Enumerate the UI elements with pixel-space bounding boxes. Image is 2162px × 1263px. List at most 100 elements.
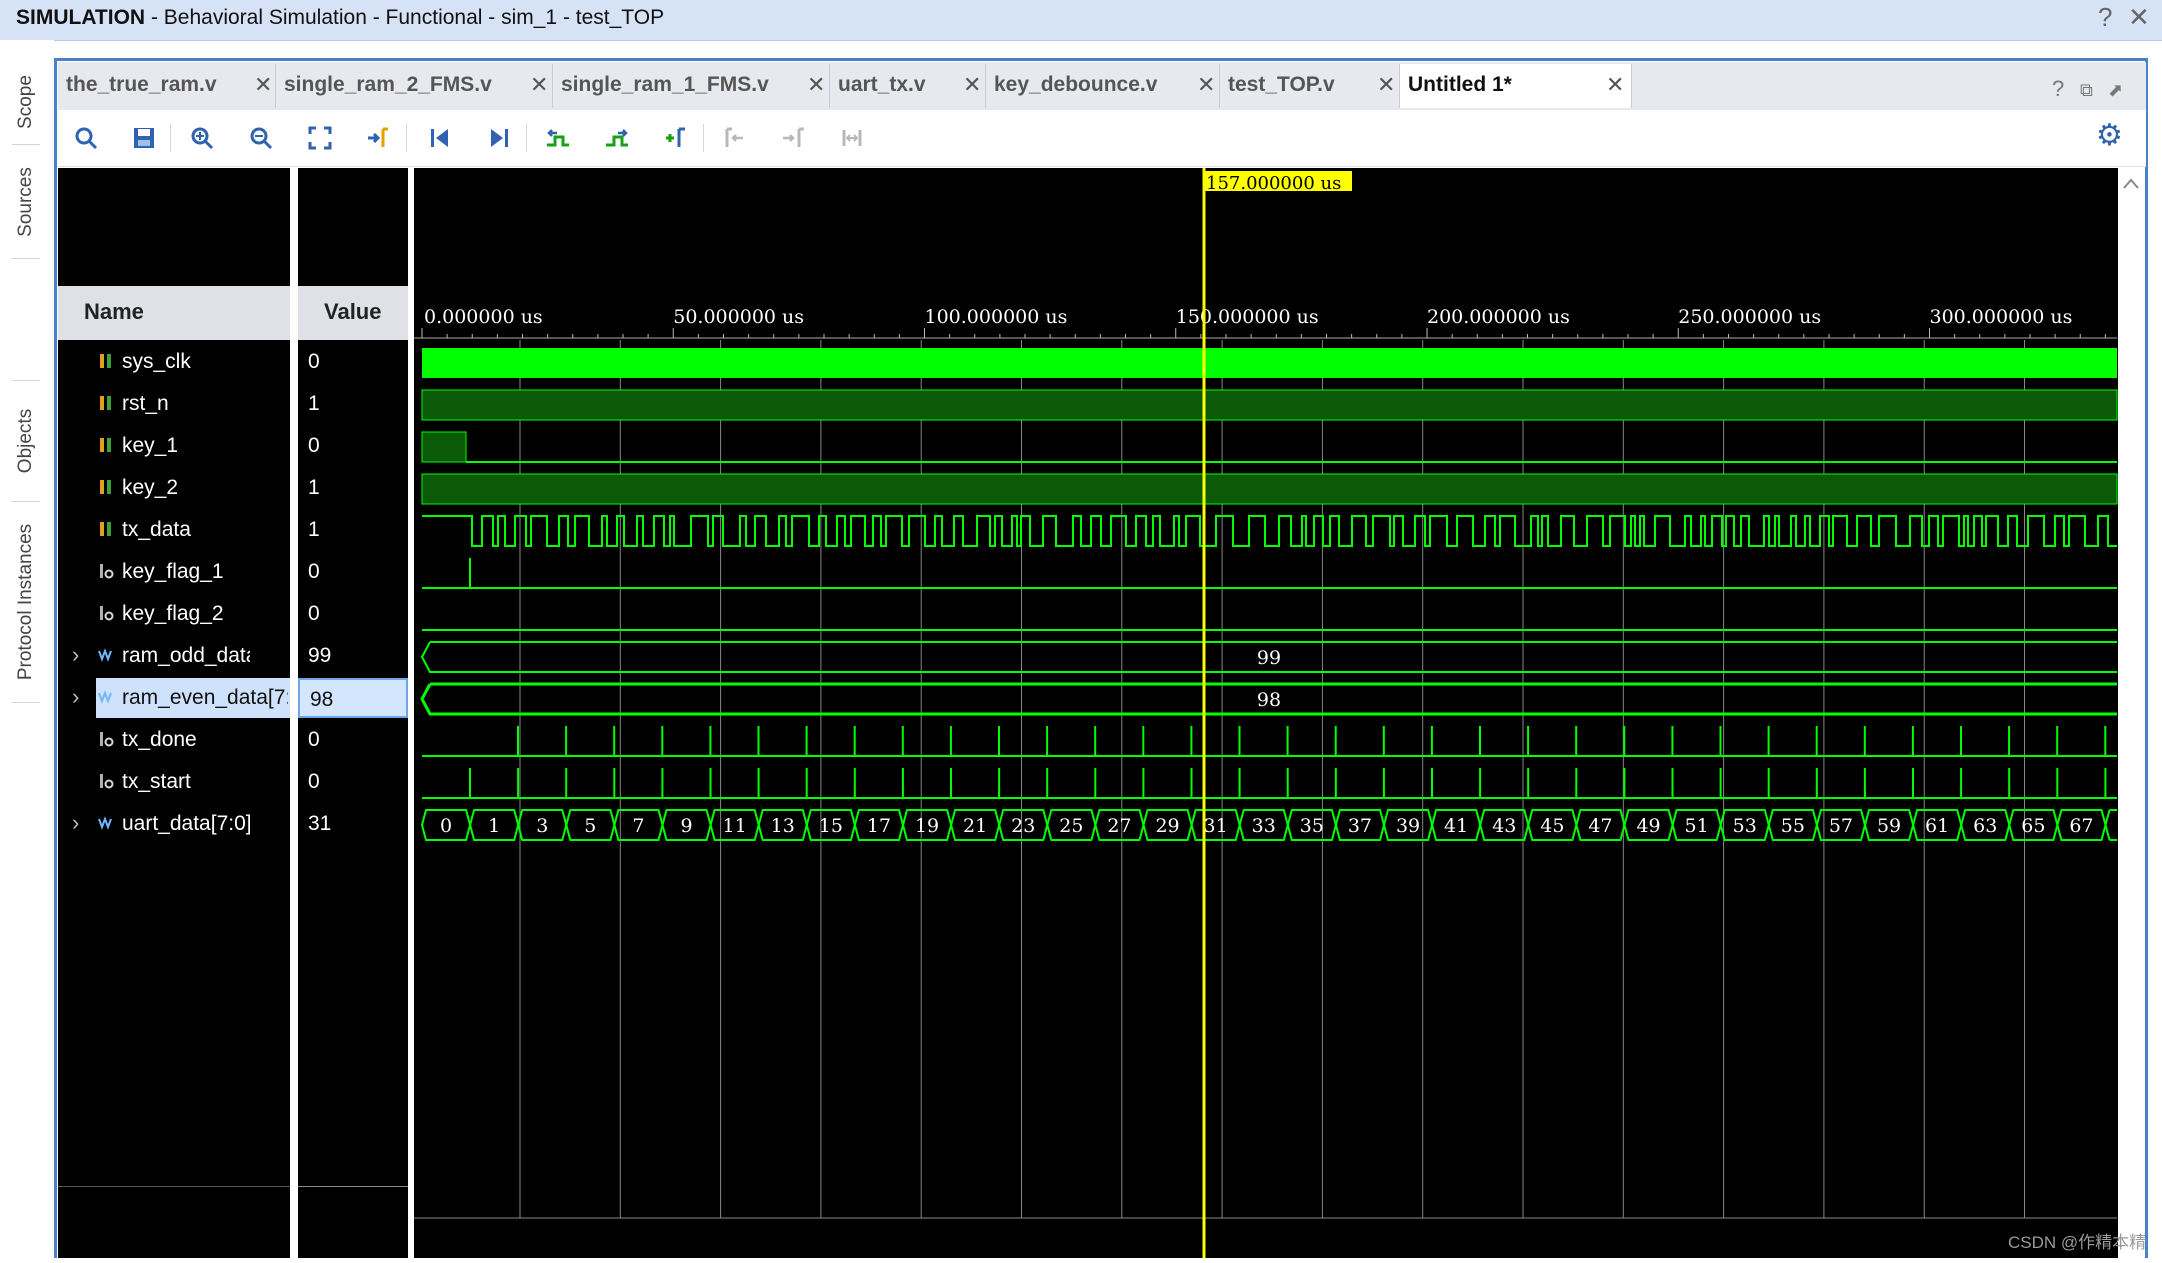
signal-value[interactable]: 1 (298, 384, 408, 424)
help-icon[interactable]: ? (2052, 76, 2064, 102)
side-tab-objects[interactable]: Objects (12, 380, 40, 502)
uart-data-value: 25 (1059, 815, 1083, 837)
tab-key-debounce[interactable]: key_debounce.v ✕ (986, 64, 1220, 108)
signal-type-icon (98, 353, 113, 369)
uart-data-value: 21 (963, 815, 987, 837)
signal-type-icon (98, 815, 113, 831)
signal-row-tx-done[interactable]: tx_done (58, 720, 290, 760)
signal-type-icon (98, 479, 113, 495)
uart-data-value: 7 (632, 815, 644, 837)
uart-data-value: 51 (1685, 815, 1709, 837)
zoom-fit-icon[interactable] (300, 118, 340, 158)
ruler-label: 0.000000 us (424, 306, 543, 328)
close-tab-icon[interactable]: ✕ (530, 72, 548, 98)
signal-value[interactable]: 0 (298, 594, 408, 634)
go-to-start-icon[interactable] (420, 118, 460, 158)
signal-value[interactable]: 98 (298, 678, 408, 718)
key-2-wave (421, 473, 2118, 505)
signal-row-sys-clk[interactable]: sys_clk (58, 342, 290, 382)
next-marker-icon[interactable] (773, 118, 813, 158)
next-transition-icon[interactable] (597, 118, 637, 158)
expand-chevron-icon[interactable]: › (72, 684, 79, 710)
tab-the-true-ram[interactable]: the_true_ram.v ✕ (58, 64, 276, 108)
signal-value[interactable]: 0 (298, 342, 408, 382)
signal-row-rst-n[interactable]: rst_n (58, 384, 290, 424)
close-tab-icon[interactable]: ✕ (963, 72, 981, 98)
signal-value[interactable]: 31 (298, 804, 408, 844)
ruler-label: 250.000000 us (1678, 306, 1821, 328)
tab-test-top[interactable]: test_TOP.v ✕ (1220, 64, 1400, 108)
swap-cursors-icon[interactable] (832, 118, 872, 158)
signal-value[interactable]: 0 (298, 552, 408, 592)
previous-marker-icon[interactable] (714, 118, 754, 158)
signal-row-tx-start[interactable]: tx_start (58, 762, 290, 802)
uart-data-value: 17 (867, 815, 891, 837)
rst-n-wave (421, 389, 2118, 421)
uart-data-value: 53 (1733, 815, 1757, 837)
signal-row-key-1[interactable]: key_1 (58, 426, 290, 466)
close-tab-icon[interactable]: ✕ (1606, 72, 1624, 98)
signal-type-icon (98, 773, 114, 789)
vertical-scrollbar[interactable] (2118, 168, 2144, 1258)
expand-chevron-icon[interactable]: › (72, 642, 79, 668)
add-marker-icon[interactable] (656, 118, 696, 158)
signal-value[interactable]: 0 (298, 762, 408, 802)
uart-data-value: 49 (1636, 815, 1660, 837)
close-icon[interactable]: ✕ (2128, 2, 2150, 33)
restore-icon[interactable]: ⧉ (2080, 80, 2093, 101)
signal-name: ram_odd_data[7:0] (122, 644, 250, 667)
value-column-header[interactable]: Value (298, 286, 408, 340)
signal-name: key_2 (122, 476, 179, 499)
go-to-cursor-icon[interactable] (358, 118, 398, 158)
tab-untitled-1[interactable]: Untitled 1* ✕ (1400, 64, 1632, 108)
side-tab-sources[interactable]: Sources (12, 146, 40, 259)
help-icon[interactable]: ? (2098, 2, 2112, 33)
watermark: CSDN @作精本精 (2008, 1233, 2147, 1252)
uart-data-value: 31 (1204, 815, 1228, 837)
uart-data-value: 13 (771, 815, 795, 837)
sys-clk-wave (422, 348, 2117, 378)
waveform-canvas[interactable]: 0.000000 us 50.000000 us 100.000000 us 150.… (414, 168, 2118, 1258)
cursor-time-label: 157.000000 us (1206, 173, 1341, 194)
signal-row-key-flag-1[interactable]: key_flag_1 (58, 552, 290, 592)
zoom-out-icon[interactable] (241, 118, 281, 158)
signal-name: key_flag_2 (122, 602, 224, 625)
uart-data-value: 41 (1444, 815, 1468, 837)
signal-row-uart-data[interactable]: › uart_data[7:0] (58, 804, 290, 844)
previous-transition-icon[interactable] (538, 118, 578, 158)
signal-row-ram-odd-data[interactable]: › ram_odd_data[7:0] (58, 636, 290, 676)
close-tab-icon[interactable]: ✕ (1197, 72, 1215, 98)
signal-value[interactable]: 1 (298, 468, 408, 508)
signal-value[interactable]: 1 (298, 510, 408, 550)
signal-row-key-flag-2[interactable]: key_flag_2 (58, 594, 290, 634)
signal-row-tx-data[interactable]: tx_data (58, 510, 290, 550)
signal-row-key-2[interactable]: key_2 (58, 468, 290, 508)
tab-single-ram-1-fms[interactable]: single_ram_1_FMS.v ✕ (553, 64, 830, 108)
tab-uart-tx[interactable]: uart_tx.v ✕ (830, 64, 986, 108)
signal-value[interactable]: 99 (298, 636, 408, 676)
uart-data-value: 0 (440, 815, 452, 837)
signal-name: key_1 (122, 434, 179, 457)
zoom-in-icon[interactable] (182, 118, 222, 158)
go-to-end-icon[interactable] (479, 118, 519, 158)
save-icon[interactable] (124, 118, 164, 158)
side-tab-scope[interactable]: Scope (12, 60, 40, 145)
signal-value[interactable]: 0 (298, 720, 408, 760)
close-tab-icon[interactable]: ✕ (1377, 72, 1395, 98)
signal-name: tx_data (122, 518, 191, 541)
expand-chevron-icon[interactable]: › (72, 810, 79, 836)
maximize-icon[interactable]: ⬈ (2108, 80, 2123, 101)
search-icon[interactable] (66, 118, 106, 158)
signal-row-ram-even-data[interactable]: › ram_even_data[7:0] (72, 678, 290, 718)
uart-data-value: 5 (584, 815, 596, 837)
signal-name: tx_done (122, 728, 197, 751)
close-tab-icon[interactable]: ✕ (807, 72, 825, 98)
close-tab-icon[interactable]: ✕ (254, 72, 272, 98)
tab-single-ram-2-fms[interactable]: single_ram_2_FMS.v ✕ (276, 64, 553, 108)
waveform-view[interactable]: 0.000000 us 50.000000 us 100.000000 us 150.… (414, 168, 2118, 1258)
signal-value[interactable]: 0 (298, 426, 408, 466)
ram-even-data-label: 98 (1257, 689, 1281, 711)
name-column-header[interactable]: Name (58, 286, 290, 340)
side-tab-protocol-instances[interactable]: Protocol Instances (12, 502, 40, 703)
settings-gear-icon[interactable]: ⚙ (2096, 118, 2123, 153)
